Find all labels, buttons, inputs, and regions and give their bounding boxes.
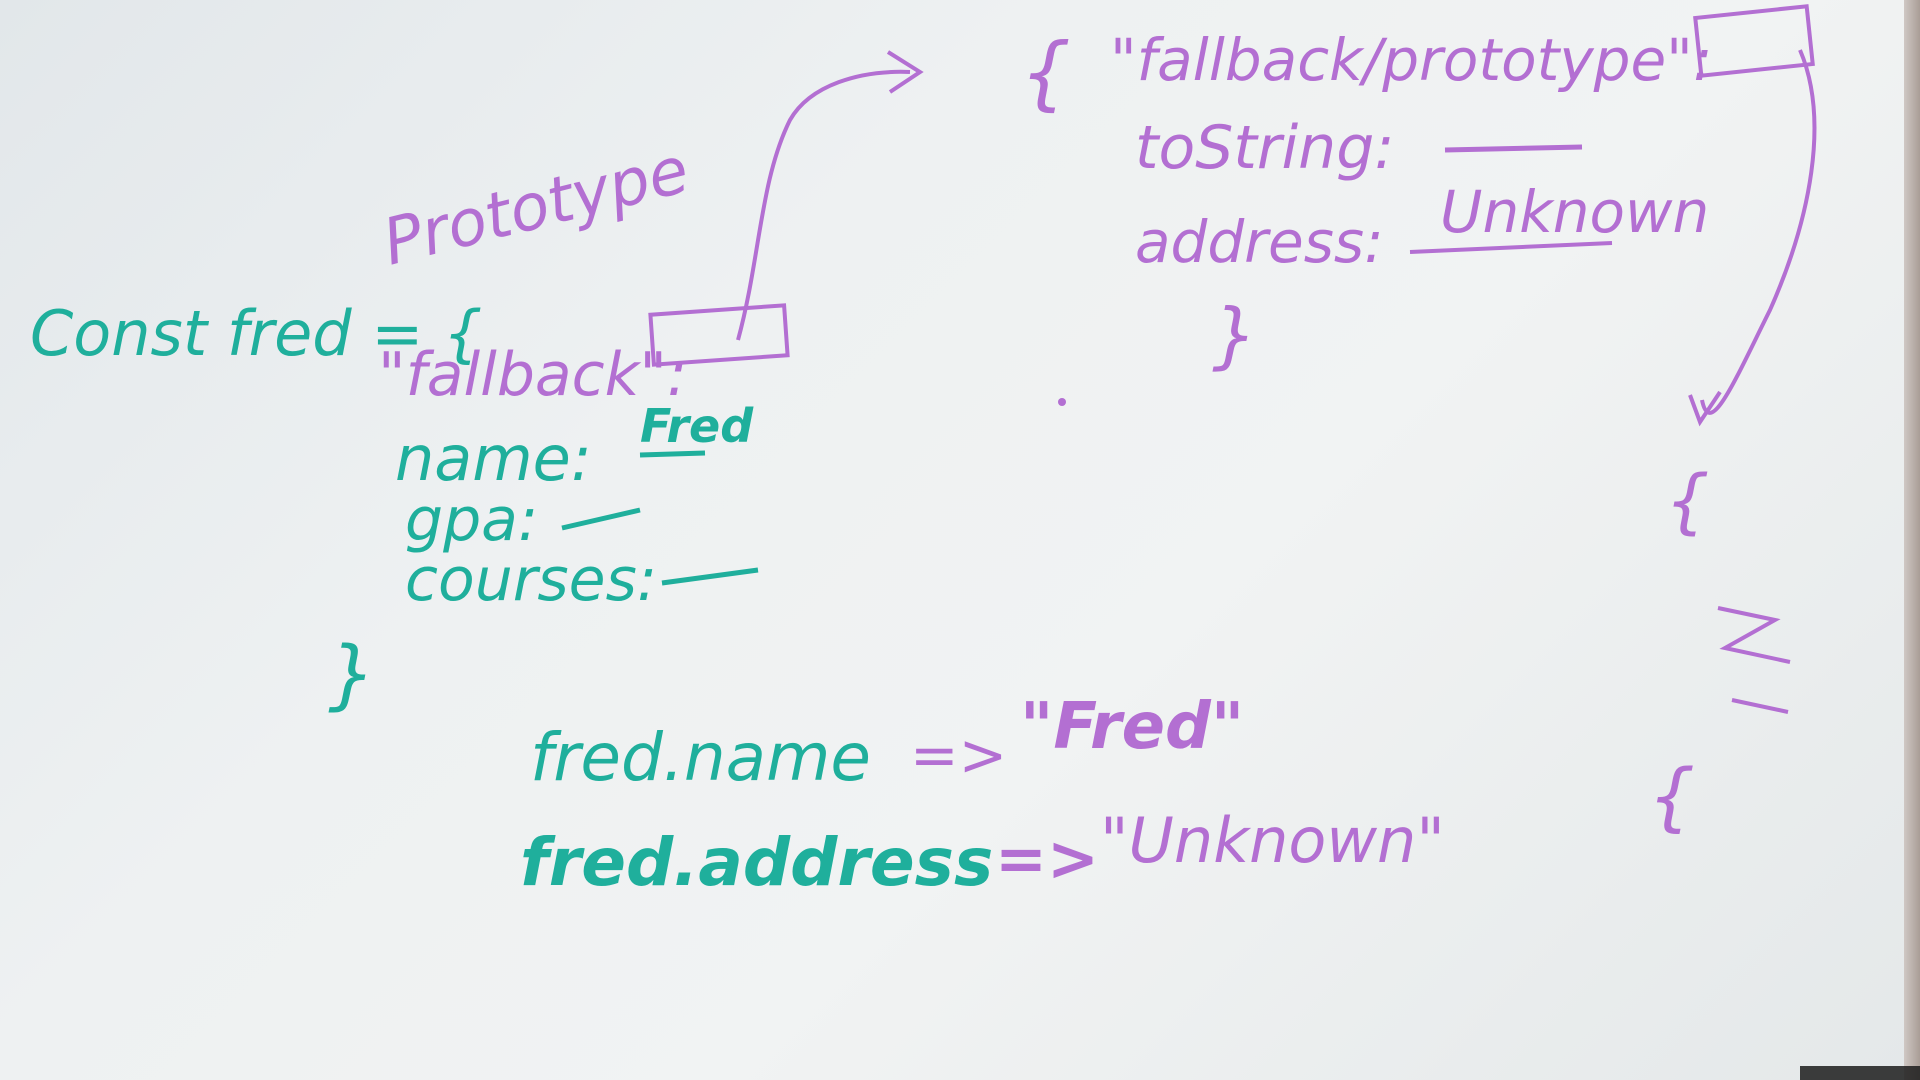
fallback-arrow [736, 69, 911, 341]
eval-fred-name-expression: fred.name [530, 719, 871, 796]
prototype-label: Prototype [376, 133, 696, 280]
right-column-line [1731, 698, 1789, 714]
tostring-blank-line [1444, 144, 1583, 153]
right-column-brace-bottom: { [1648, 754, 1695, 840]
eval-fred-name-arrow: => [910, 721, 1007, 789]
name-value: Fred [640, 399, 754, 453]
eval-fred-name-result: "Fred" [1020, 690, 1244, 764]
gpa-blank-line [561, 507, 641, 531]
whiteboard: Const fred = { Prototype "fallback": nam… [0, 0, 1920, 1080]
marker-tray [1800, 1066, 1920, 1080]
prototype-pointer-box [1693, 4, 1815, 78]
address-key: address: [1135, 208, 1384, 276]
prototype-chain-arrow [1700, 49, 1817, 415]
eval-fred-address-arrow: => [995, 822, 1099, 895]
left-close-brace: } [328, 629, 376, 718]
courses-key: courses: [405, 545, 657, 615]
eval-fred-address-expression: fred.address [520, 824, 993, 901]
right-open-brace: { [1020, 26, 1071, 119]
fallback-prototype-key: "fallback/prototype": [1110, 26, 1712, 94]
eval-fred-address-result: "Unknown" [1100, 804, 1445, 877]
whiteboard-frame-edge [1904, 0, 1920, 1080]
right-column-scribble [1717, 606, 1791, 664]
stray-dot [1058, 398, 1066, 406]
whiteboard-drawing: Const fred = { Prototype "fallback": nam… [30, 4, 1817, 901]
address-value: Unknown [1440, 178, 1709, 246]
right-close-brace: } [1212, 293, 1258, 377]
tostring-key: toString: [1135, 113, 1395, 183]
name-value-underline [639, 450, 706, 458]
right-column-brace-top: { [1665, 460, 1710, 542]
courses-blank-line [661, 567, 759, 586]
